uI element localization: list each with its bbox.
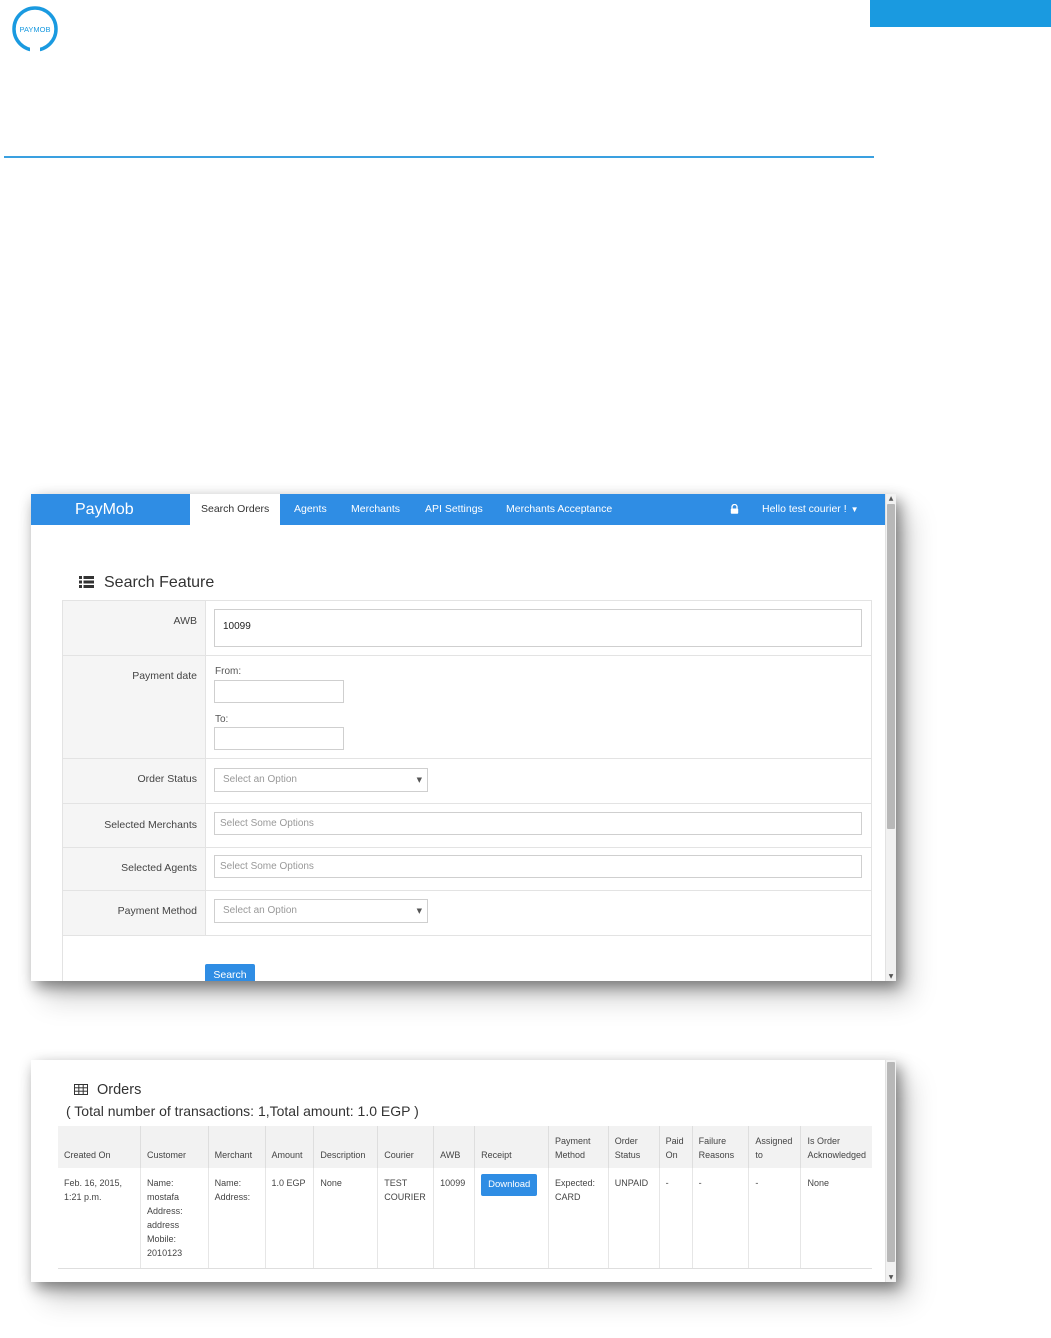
nav-search-orders[interactable]: Search Orders bbox=[190, 494, 281, 525]
cell-paid-on: - bbox=[659, 1168, 693, 1269]
col-merchant[interactable]: Merchant bbox=[208, 1126, 266, 1168]
orders-table: Created On Customer Merchant Amount Desc… bbox=[58, 1126, 872, 1269]
order-status-label: Order Status bbox=[63, 759, 206, 803]
scroll-thumb[interactable] bbox=[887, 504, 895, 829]
payment-method-label: Payment Method bbox=[63, 891, 206, 935]
merchants-placeholder: Select Some Options bbox=[220, 818, 314, 829]
svg-text:PAYMOB: PAYMOB bbox=[20, 25, 51, 34]
user-menu[interactable]: Hello test courier ! ▼ bbox=[762, 494, 859, 525]
cell-description: None bbox=[313, 1168, 379, 1269]
table-icon bbox=[74, 1084, 88, 1095]
col-courier[interactable]: Courier bbox=[377, 1126, 435, 1168]
nav-merchants[interactable]: Merchants bbox=[351, 494, 400, 525]
col-paid-on[interactable]: Paid On bbox=[659, 1126, 693, 1168]
payment-date-row: Payment date From: To: bbox=[63, 656, 871, 759]
scroll-down-icon[interactable]: ▼ bbox=[886, 972, 896, 981]
dropdown-arrow-icon: ▼ bbox=[416, 907, 422, 915]
col-created-on[interactable]: Created On bbox=[58, 1126, 142, 1168]
search-button[interactable]: Search bbox=[205, 964, 255, 981]
caret-down-icon: ▼ bbox=[850, 505, 859, 514]
navbar: PayMob Search Orders Agents Merchants AP… bbox=[31, 494, 886, 525]
cell-receipt: Download bbox=[474, 1168, 549, 1269]
selected-agents-label: Selected Agents bbox=[63, 848, 206, 890]
cell-awb: 10099 bbox=[433, 1168, 476, 1269]
cell-merchant: Name: Address: bbox=[208, 1168, 266, 1269]
selected-merchants-label: Selected Merchants bbox=[63, 804, 206, 847]
col-order-status[interactable]: Order Status bbox=[608, 1126, 660, 1168]
cell-customer: Name: mostafa Address: address Mobile: 2010… bbox=[140, 1168, 209, 1269]
search-form: AWB 10099 Payment date From: To: Order S… bbox=[62, 600, 872, 981]
col-assigned-to[interactable]: Assigned to bbox=[748, 1126, 802, 1168]
header-divider bbox=[4, 156, 874, 158]
payment-method-placeholder: Select an Option bbox=[223, 905, 297, 916]
search-feature-heading: Search Feature bbox=[79, 574, 214, 592]
date-from-input[interactable] bbox=[214, 680, 344, 703]
col-customer[interactable]: Customer bbox=[140, 1126, 209, 1168]
table-row: Feb. 16, 2015, 1:21 p.m. Name: mostafa Add… bbox=[58, 1168, 872, 1269]
download-receipt-button[interactable]: Download bbox=[481, 1174, 538, 1196]
order-status-placeholder: Select an Option bbox=[223, 774, 297, 785]
orders-summary: ( Total number of transactions: 1,Total … bbox=[66, 1103, 419, 1119]
order-status-row: Order Status Select an Option ▼ bbox=[63, 759, 871, 804]
paymob-logo: PAYMOB bbox=[10, 4, 60, 54]
nav-agents[interactable]: Agents bbox=[294, 494, 327, 525]
orders-heading: Orders bbox=[74, 1082, 141, 1098]
cell-amount: 1.0 EGP bbox=[265, 1168, 315, 1269]
lock-icon[interactable] bbox=[730, 504, 739, 514]
merchants-multiselect[interactable]: Select Some Options bbox=[214, 812, 862, 835]
cell-payment-method: Expected: CARD bbox=[548, 1168, 609, 1269]
awb-row: AWB 10099 bbox=[63, 601, 871, 656]
scroll-thumb[interactable] bbox=[887, 1062, 895, 1262]
scroll-down-icon[interactable]: ▼ bbox=[886, 1273, 896, 1282]
cell-assigned-to: - bbox=[748, 1168, 802, 1269]
user-greeting: Hello test courier ! bbox=[762, 503, 847, 515]
orders-title: Orders bbox=[97, 1082, 142, 1098]
col-payment-method[interactable]: Payment Method bbox=[548, 1126, 609, 1168]
awb-label: AWB bbox=[63, 601, 206, 655]
agents-multiselect[interactable]: Select Some Options bbox=[214, 855, 862, 878]
agents-row: Selected Agents Select Some Options bbox=[63, 848, 871, 891]
table-header-row: Created On Customer Merchant Amount Desc… bbox=[58, 1126, 872, 1168]
date-to-input[interactable] bbox=[214, 727, 344, 750]
list-icon bbox=[79, 576, 94, 588]
scrollbar[interactable]: ▲ ▼ bbox=[885, 494, 896, 981]
cell-created-on: Feb. 16, 2015, 1:21 p.m. bbox=[58, 1168, 142, 1269]
col-failure-reasons[interactable]: Failure Reasons bbox=[692, 1126, 750, 1168]
cell-acknowledged: None bbox=[800, 1168, 872, 1269]
orders-screenshot: Orders ( Total number of transactions: 1… bbox=[31, 1060, 896, 1282]
col-awb[interactable]: AWB bbox=[433, 1126, 476, 1168]
from-label: From: bbox=[215, 666, 242, 677]
col-acknowledged[interactable]: Is Order Acknowledged bbox=[800, 1126, 872, 1168]
cell-failure-reasons: - bbox=[692, 1168, 750, 1269]
col-description[interactable]: Description bbox=[313, 1126, 379, 1168]
payment-date-label: Payment date bbox=[63, 656, 206, 758]
col-amount[interactable]: Amount bbox=[265, 1126, 315, 1168]
nav-api-settings[interactable]: API Settings bbox=[425, 494, 483, 525]
dropdown-arrow-icon: ▼ bbox=[416, 776, 422, 784]
payment-method-row: Payment Method Select an Option ▼ bbox=[63, 891, 871, 936]
nav-merchants-acceptance[interactable]: Merchants Acceptance bbox=[506, 494, 612, 525]
search-orders-screenshot: PayMob Search Orders Agents Merchants AP… bbox=[31, 494, 896, 981]
order-status-select[interactable]: Select an Option ▼ bbox=[214, 768, 428, 792]
cell-courier: TEST COURIER bbox=[377, 1168, 435, 1269]
search-feature-title: Search Feature bbox=[104, 574, 215, 591]
cell-order-status: UNPAID bbox=[608, 1168, 660, 1269]
agents-placeholder: Select Some Options bbox=[220, 861, 314, 872]
col-receipt[interactable]: Receipt bbox=[474, 1126, 549, 1168]
to-label: To: bbox=[215, 714, 229, 725]
brand-logo[interactable]: PayMob bbox=[75, 494, 134, 525]
scrollbar[interactable]: ▼ bbox=[885, 1060, 896, 1282]
header-accent-bar bbox=[870, 0, 1051, 27]
awb-input[interactable]: 10099 bbox=[214, 609, 862, 647]
payment-method-select[interactable]: Select an Option ▼ bbox=[214, 899, 428, 923]
scroll-up-icon[interactable]: ▲ bbox=[886, 494, 896, 503]
merchants-row: Selected Merchants Select Some Options bbox=[63, 804, 871, 848]
